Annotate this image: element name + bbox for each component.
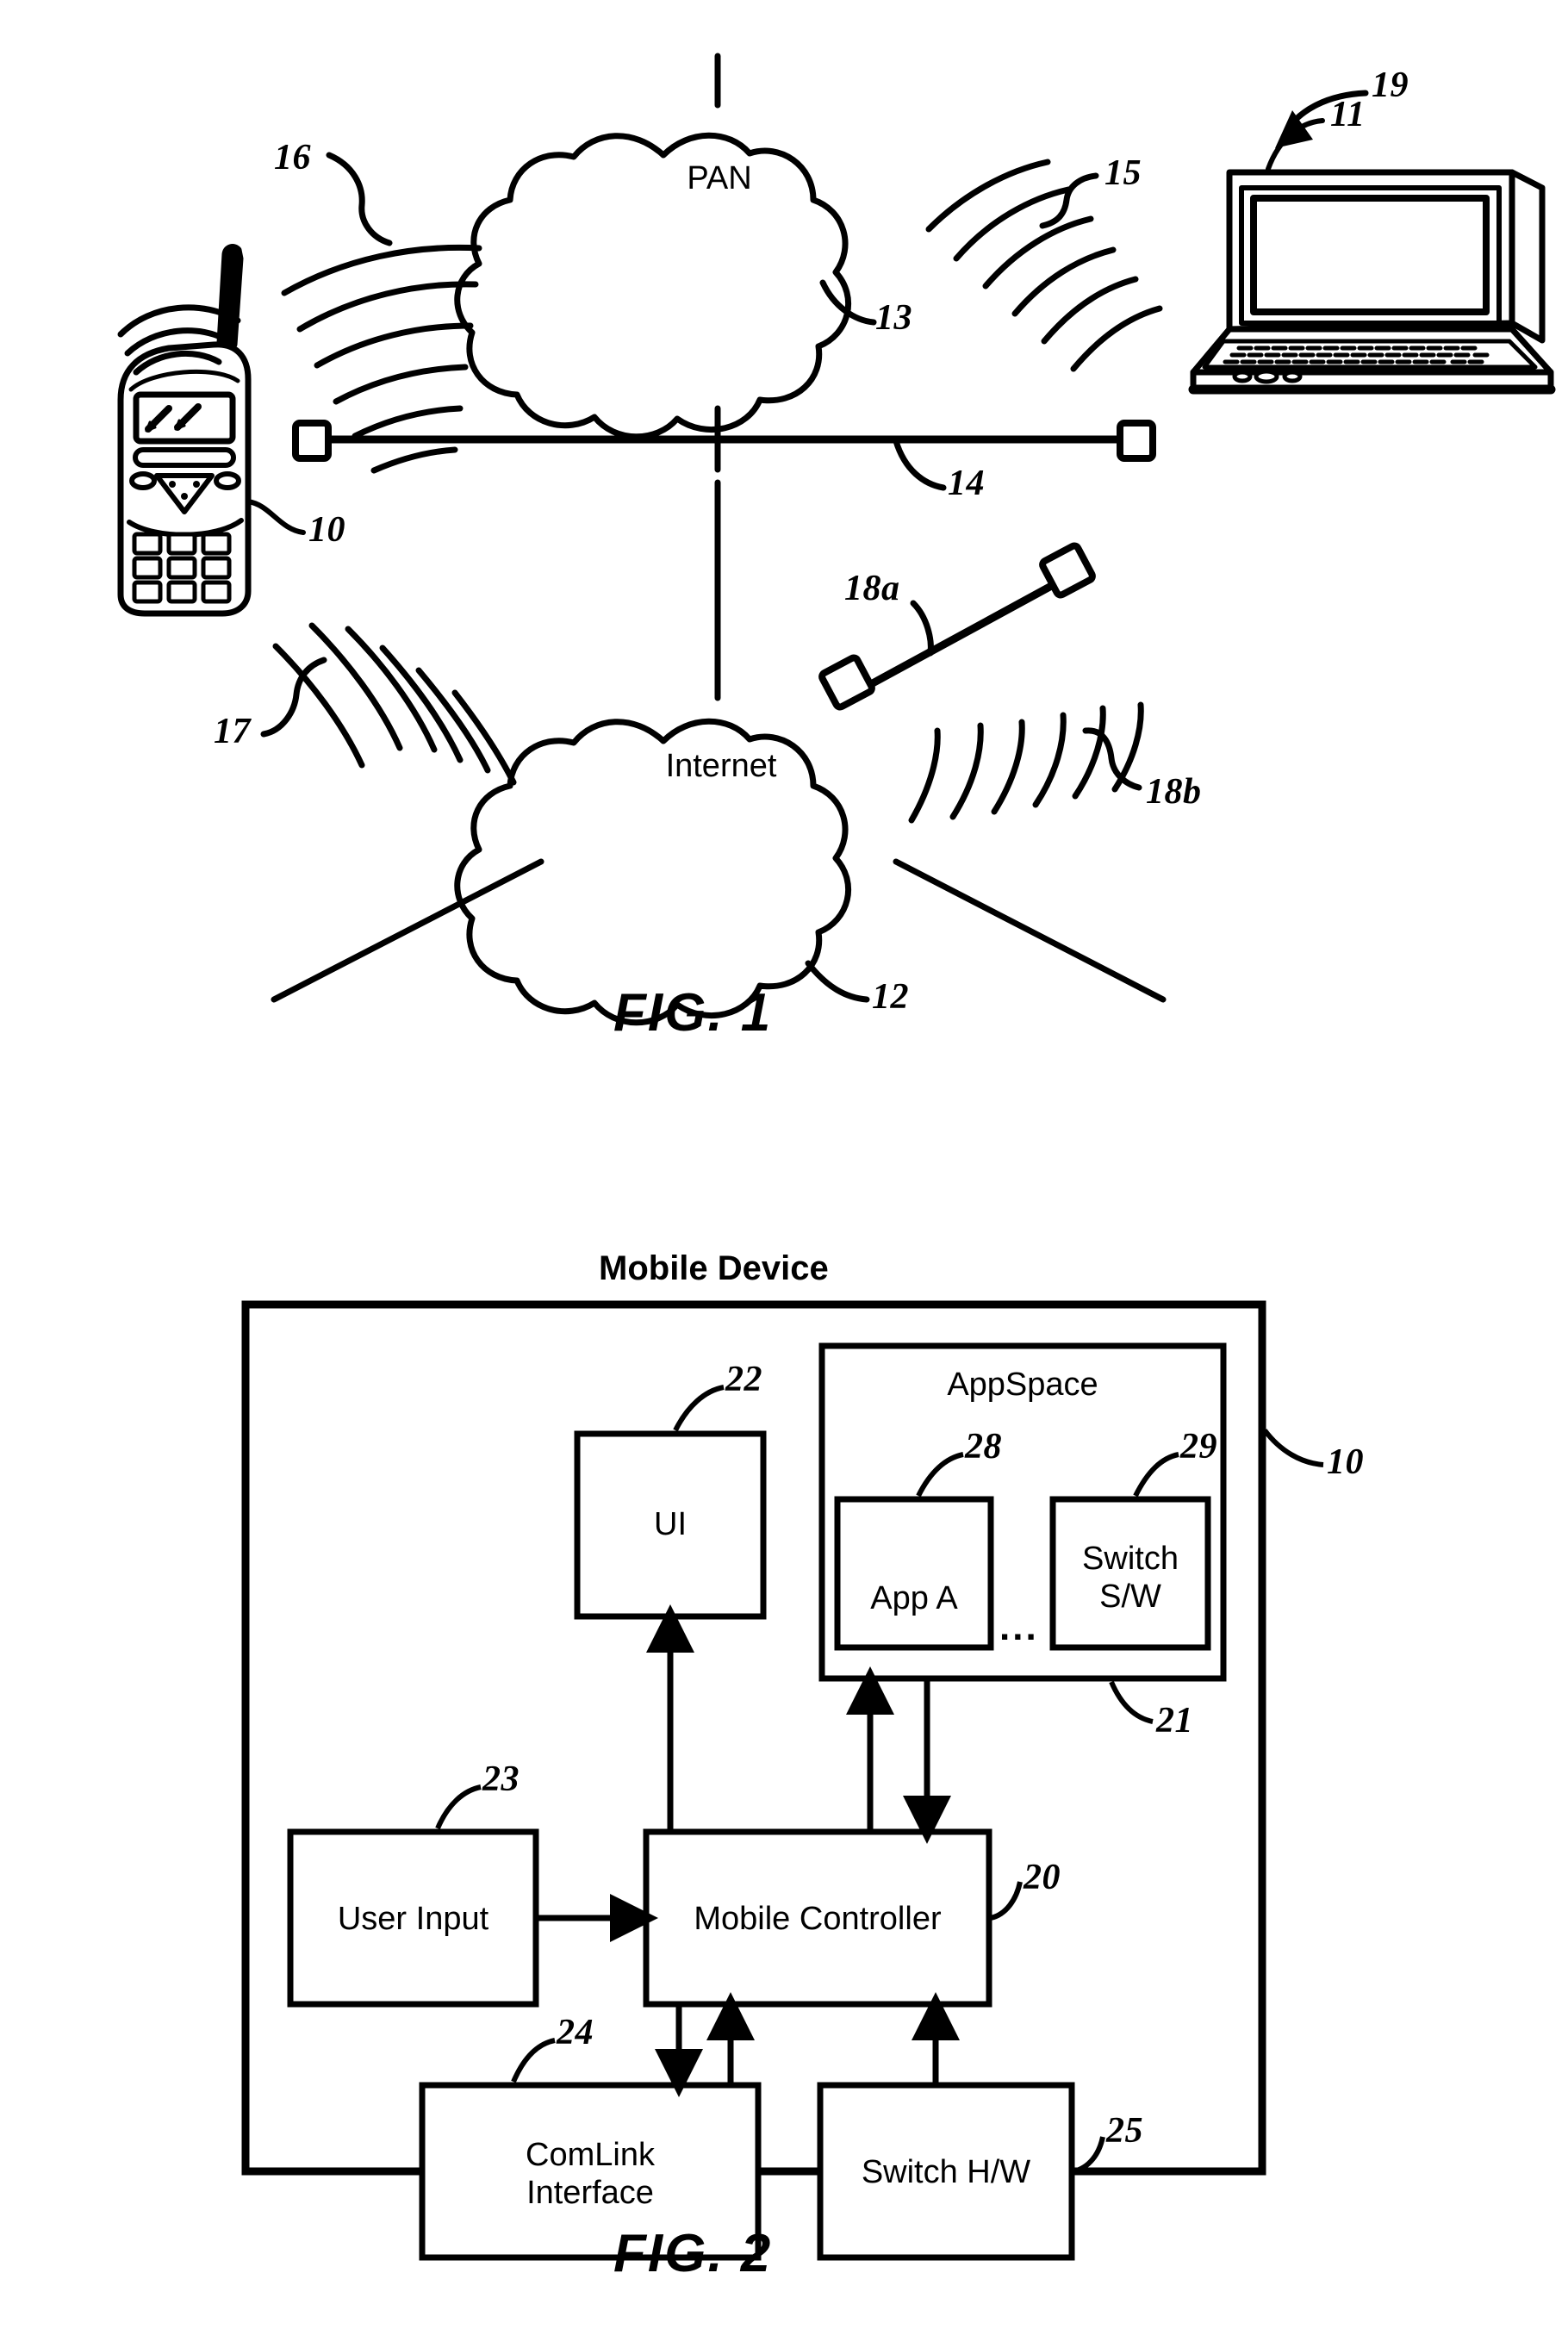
user-input-block-label: User Input	[337, 1901, 489, 1937]
ui-block-label: UI	[654, 1506, 687, 1542]
ref-label-23: 23	[482, 1759, 520, 1799]
switch-hw-block-label: Switch H/W	[861, 2154, 1031, 2190]
ref-label-25: 25	[1106, 2111, 1143, 2151]
app-a-block-rect	[834, 1496, 994, 1651]
figure-2-title: Mobile Device	[599, 1249, 829, 1287]
ref-label-24: 24	[557, 2013, 594, 2052]
mobile-controller-block-label: Mobile Controller	[694, 1901, 942, 1937]
ref-label-20: 20	[1024, 1858, 1061, 1897]
figure-2-caption: FIG. 2	[613, 2224, 773, 2283]
comlink-interface-block-label: ComLink Interface	[526, 2137, 655, 2211]
figure-2-graphics	[241, 1300, 1324, 2261]
leader-10-device	[1262, 1429, 1324, 1467]
ref-label-10-device: 10	[1327, 1442, 1364, 1482]
ref-label-28: 28	[965, 1427, 1002, 1467]
appspace-block-label: AppSpace	[947, 1367, 1098, 1403]
ref-label-29: 29	[1180, 1427, 1217, 1467]
switch-sw-block-label: Switch S/W	[1082, 1541, 1179, 1615]
app-a-block-label: App A	[870, 1580, 958, 1616]
ref-label-22: 22	[725, 1360, 762, 1399]
appspace-ellipsis: ...	[999, 1606, 1039, 1648]
ref-label-21: 21	[1156, 1701, 1193, 1741]
patent-drawing-sheet: PAN Internet 13 12 10 11 19 16 15 17 14 …	[0, 0, 1568, 2329]
